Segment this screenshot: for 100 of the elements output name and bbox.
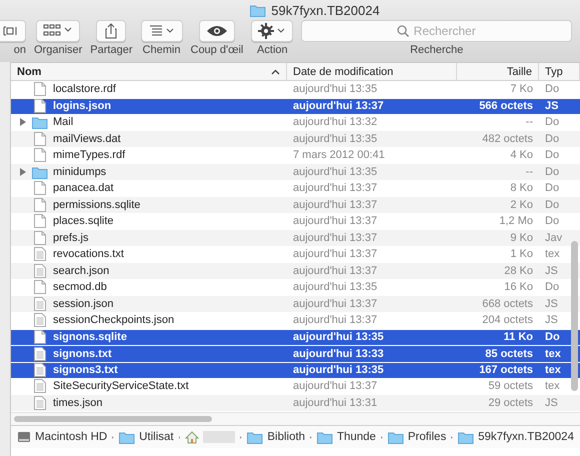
file-name: sessionCheckpoints.json <box>53 314 174 326</box>
type-cell: Do <box>545 116 560 128</box>
type-cell: JS <box>545 396 558 409</box>
disclosure-triangle-icon[interactable] <box>19 168 27 176</box>
file-name: places.sqlite <box>53 215 114 228</box>
file-name: permissions.sqlite <box>53 198 140 211</box>
column-header[interactable]: Date de modification <box>287 63 457 80</box>
file-icon <box>32 330 48 344</box>
file-row[interactable]: mailViews.dat aujourd'hui 13:35 482 octets Do <box>11 130 580 147</box>
type-cell: Do <box>545 83 560 96</box>
type-cell: JS <box>545 298 558 310</box>
folder-icon <box>316 430 333 444</box>
type-cell: Do <box>545 132 560 145</box>
settings-icon <box>258 22 286 40</box>
file-name: minidumps <box>53 166 106 178</box>
document-icon <box>32 296 48 311</box>
size-cell: 167 octets <box>479 364 533 376</box>
toolbar-label: on <box>14 44 26 56</box>
type-cell: Do <box>545 198 560 211</box>
path-item[interactable]: 59k7fyxn.TB20024 <box>458 430 574 444</box>
file-row[interactable]: search.json aujourd'hui 13:37 28 Ko JS <box>11 262 580 279</box>
size-cell: 482 octets <box>482 132 533 145</box>
type-cell: JS <box>545 314 558 326</box>
file-row[interactable]: logins.json aujourd'hui 13:37 566 octets JS <box>11 98 580 114</box>
document-icon <box>32 313 48 328</box>
file-row[interactable]: signons.txt aujourd'hui 13:33 85 octets tex <box>11 345 580 362</box>
type-cell: tex <box>545 348 561 360</box>
date-cell: aujourd'hui 13:33 <box>293 348 384 360</box>
column-header[interactable]: Nom <box>11 63 287 80</box>
date-cell: aujourd'hui 13:37 <box>293 380 378 392</box>
window-title: 59k7fyxn.TB20024 <box>271 2 380 18</box>
search-icon <box>396 25 409 37</box>
document-icon <box>32 379 48 394</box>
date-cell: aujourd'hui 13:35 <box>293 281 378 294</box>
size-cell: 1,2 Mo <box>499 215 533 228</box>
horizontal-scrollbar[interactable] <box>14 416 212 422</box>
file-name: search.json <box>53 264 110 277</box>
date-cell: aujourd'hui 13:37 <box>293 198 378 211</box>
path-item[interactable]: Utilisat <box>119 430 174 444</box>
type-cell: Do <box>545 281 560 294</box>
path-item[interactable]: Thunde <box>316 430 376 444</box>
date-cell: aujourd'hui 13:37 <box>293 298 378 310</box>
file-row[interactable]: permissions.sqlite aujourd'hui 13:37 2 Ko Do <box>11 196 580 213</box>
size-cell: -- <box>526 116 533 128</box>
file-icon <box>32 99 48 114</box>
toolbar-label: Chemin <box>142 44 180 56</box>
search-field[interactable]: Rechercher <box>301 20 572 42</box>
size-cell: 566 octets <box>479 100 533 112</box>
date-cell: aujourd'hui 13:37 <box>293 248 378 260</box>
share-icon <box>103 22 120 40</box>
toolbar-button[interactable] <box>198 20 235 42</box>
toolbar-button[interactable] <box>251 20 294 42</box>
path-item[interactable]: Biblioth <box>247 430 306 444</box>
path-item[interactable]: Profiles <box>388 430 446 444</box>
size-cell: -- <box>526 166 533 178</box>
file-row[interactable]: minidumps aujourd'hui 13:35 -- Do <box>11 164 580 180</box>
document-icon <box>32 264 48 278</box>
date-cell: aujourd'hui 13:37 <box>293 100 384 112</box>
file-name: mimeTypes.rdf <box>53 149 126 162</box>
folder-icon <box>247 430 264 444</box>
document-icon <box>32 346 48 361</box>
date-cell: aujourd'hui 13:35 <box>293 364 384 376</box>
toolbar-button[interactable] <box>36 20 80 42</box>
toolbar-button[interactable] <box>96 20 126 42</box>
column-header[interactable]: Taille <box>457 63 539 80</box>
column-header[interactable]: Typ <box>539 63 580 80</box>
type-cell: tex <box>545 380 560 392</box>
date-cell: aujourd'hui 13:35 <box>293 331 384 344</box>
file-name: panacea.dat <box>53 182 114 194</box>
file-name: secmod.db <box>53 281 107 294</box>
disclosure-triangle-icon[interactable] <box>19 118 27 126</box>
file-icon <box>32 280 48 294</box>
toolbar-label: Coup d'œil <box>190 44 244 56</box>
toolbar-button[interactable] <box>140 20 182 42</box>
vertical-scrollbar[interactable] <box>571 241 578 391</box>
path-item[interactable]: Macintosh HD <box>17 430 108 444</box>
size-cell: 1 Ko <box>510 248 533 260</box>
size-cell: 28 Ko <box>504 264 533 277</box>
file-icon <box>32 148 48 162</box>
date-cell: aujourd'hui 13:35 <box>293 83 378 96</box>
date-cell: aujourd'hui 13:37 <box>293 182 378 194</box>
date-cell: aujourd'hui 13:31 <box>293 396 378 409</box>
file-name: revocations.txt <box>53 248 124 260</box>
file-row[interactable]: times.json aujourd'hui 13:31 29 octets JS <box>11 394 580 411</box>
file-row[interactable]: signons.sqlite aujourd'hui 13:35 11 Ko Do <box>11 328 580 345</box>
type-cell: Do <box>545 331 560 344</box>
toolbar-label: Recherche <box>410 44 464 56</box>
date-cell: aujourd'hui 13:35 <box>293 132 378 145</box>
file-name: signons.sqlite <box>53 331 127 344</box>
size-cell: 8 Ko <box>510 182 533 194</box>
folder-icon <box>388 430 404 444</box>
file-row[interactable]: session.json aujourd'hui 13:37 668 octets JS <box>11 296 580 312</box>
file-name: signons3.txt <box>53 364 118 376</box>
type-cell: JS <box>545 264 558 277</box>
date-cell: aujourd'hui 13:37 <box>293 314 378 326</box>
file-name: SiteSecurityServiceState.txt <box>53 380 189 392</box>
file-row[interactable]: prefs.js aujourd'hui 13:37 9 Ko Jav <box>11 230 580 246</box>
file-row[interactable]: signons3.txt aujourd'hui 13:35 167 octets tex <box>11 362 580 378</box>
type-cell: Do <box>545 182 560 194</box>
date-cell: aujourd'hui 13:37 <box>293 232 378 244</box>
